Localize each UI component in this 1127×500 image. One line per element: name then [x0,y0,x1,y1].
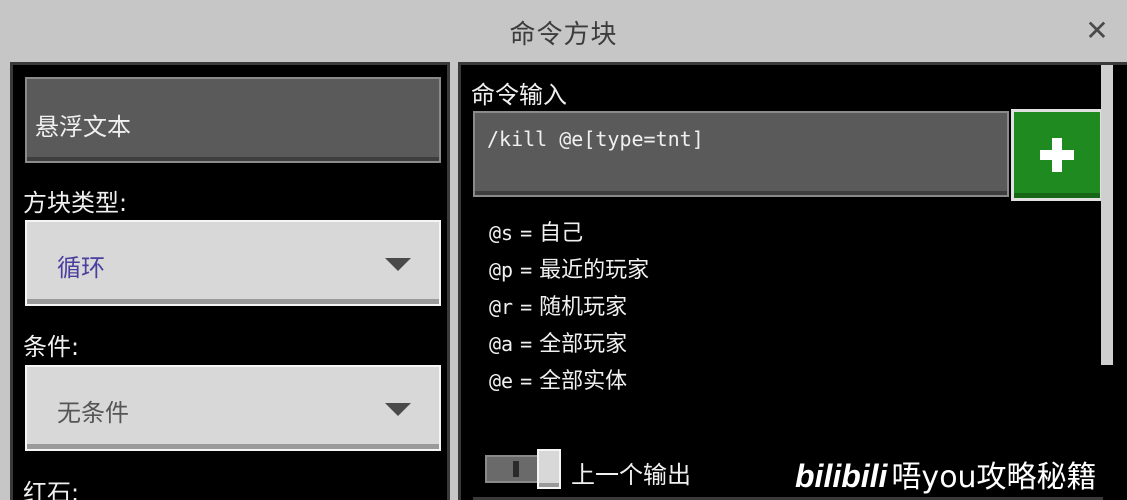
selector-item: @e = 全部实体 [489,369,628,394]
bilibili-logo: bilibili [795,458,888,494]
plus-icon [1040,138,1074,172]
hover-text-field[interactable]: 悬浮文本 [25,77,441,163]
previous-output-label: 上一个输出 [571,461,691,489]
previous-output-toggle[interactable] [485,449,561,489]
block-type-label: 方块类型: [23,189,128,217]
selector-item: @s = 自己 [489,221,584,246]
chevron-down-icon [385,403,411,416]
title-bar: 命令方块 ✕ [0,0,1127,62]
command-panel: 命令输入 /kill @e[type=tnt] @s = 自己 @p = 最近的… [458,62,1127,500]
block-type-value: 循环 [57,254,105,282]
add-button[interactable] [1011,109,1103,201]
hover-text-value: 悬浮文本 [35,113,131,141]
command-input-value: /kill @e[type=tnt] [487,127,704,151]
command-input-label: 命令输入 [471,81,567,109]
settings-panel: 悬浮文本 方块类型: 循环 条件: 无条件 红石: [10,62,450,500]
command-input[interactable]: /kill @e[type=tnt] [473,111,1009,197]
selector-item: @p = 最近的玩家 [489,258,650,283]
close-button[interactable]: ✕ [1080,14,1114,48]
chevron-down-icon [385,258,411,271]
window-title: 命令方块 [509,20,618,50]
condition-label: 条件: [23,333,80,361]
watermark-text: 唔you攻略秘籍 [891,460,1097,495]
selector-help-list: @s = 自己 @p = 最近的玩家 @r = 随机玩家 @a = 全部玩家 @… [489,215,649,400]
toggle-knob[interactable] [537,449,561,489]
scrollbar[interactable] [1101,65,1113,365]
condition-value: 无条件 [57,399,129,427]
toggle-off-mark [513,461,519,477]
block-type-dropdown[interactable]: 循环 [25,220,441,306]
command-block-window: 命令方块 ✕ 悬浮文本 方块类型: 循环 条件: 无条件 红石: 命令输入 /k… [0,0,1127,500]
bilibili-watermark: bilibili 唔you攻略秘籍 [795,452,1097,496]
redstone-label: 红石: [23,479,80,500]
condition-dropdown[interactable]: 无条件 [25,365,441,451]
selector-item: @r = 随机玩家 [489,295,628,320]
selector-item: @a = 全部玩家 [489,332,628,357]
